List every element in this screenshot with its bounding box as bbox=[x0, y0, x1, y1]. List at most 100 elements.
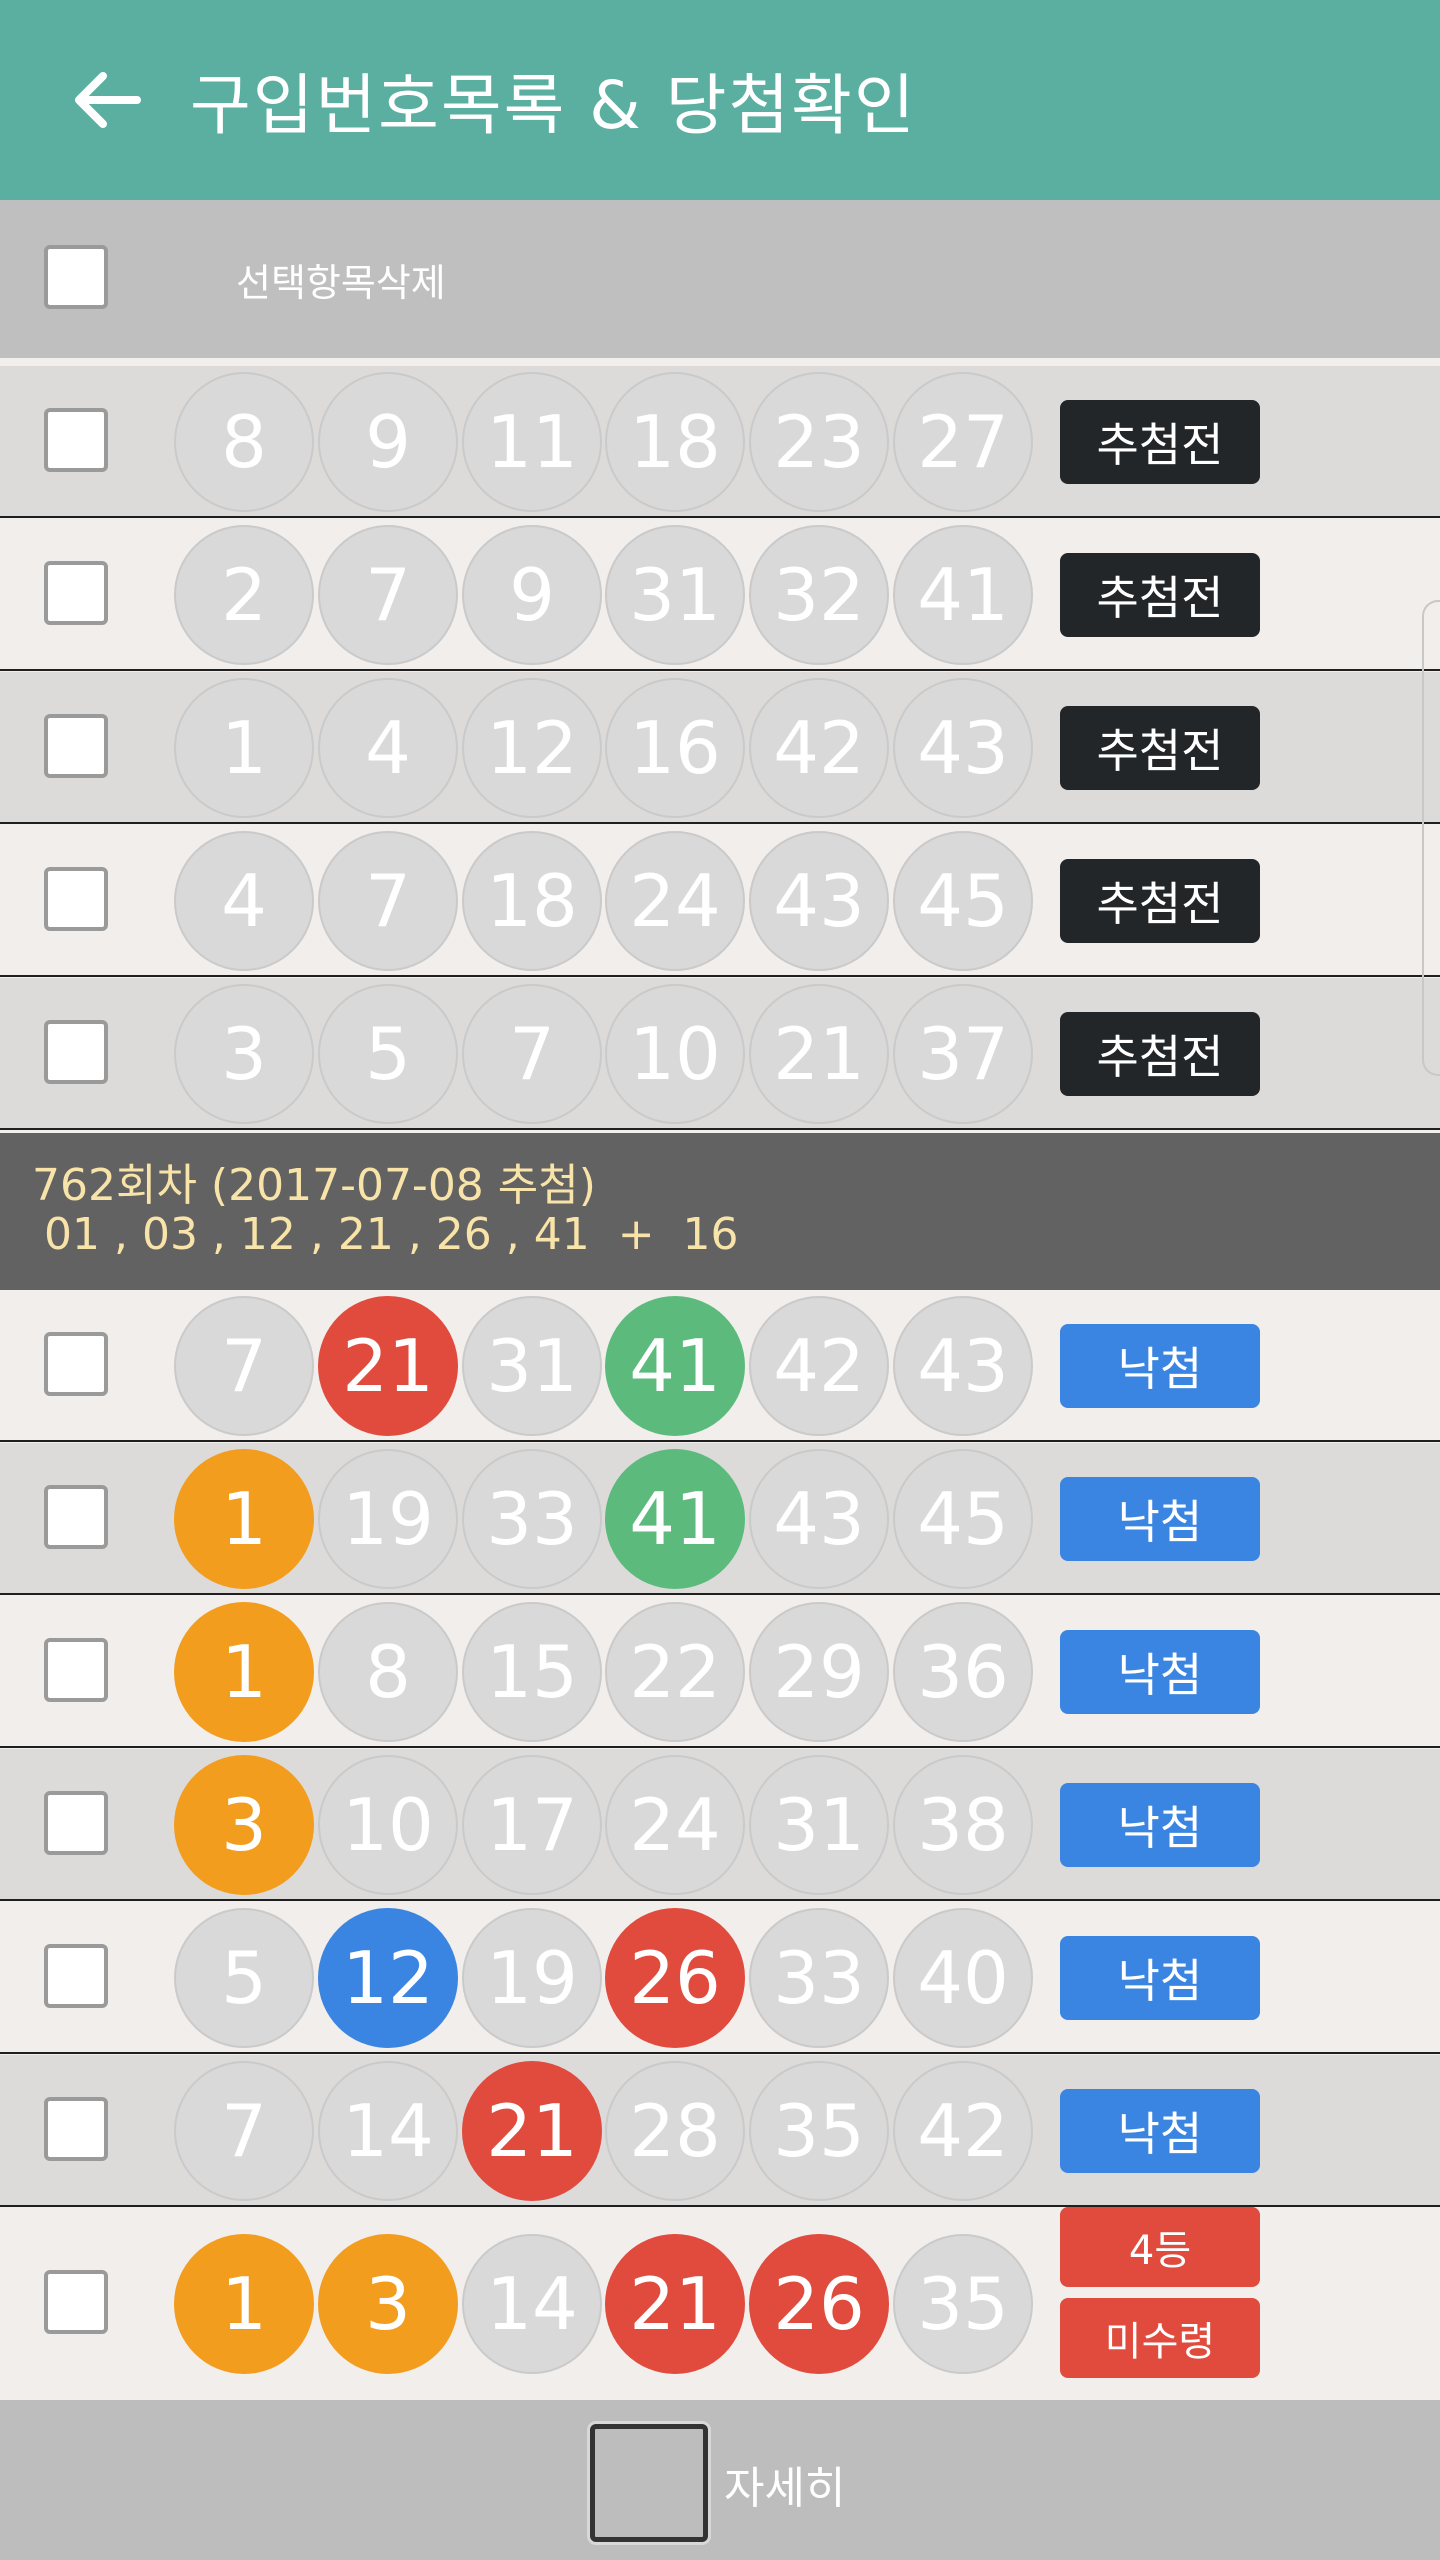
number-ball: 41 bbox=[605, 1296, 745, 1436]
number-ball: 5 bbox=[318, 984, 458, 1124]
ticket-row[interactable]: 7 14 21 28 35 42 낙첨 bbox=[0, 2055, 1440, 2207]
row-checkbox[interactable] bbox=[44, 1485, 108, 1549]
number-ball: 40 bbox=[893, 1908, 1033, 2048]
bottom-bar: 자세히 bbox=[0, 2400, 1440, 2560]
number-ball: 18 bbox=[462, 831, 602, 971]
number-ball: 17 bbox=[462, 1755, 602, 1895]
row-checkbox[interactable] bbox=[44, 1020, 108, 1084]
number-ball: 16 bbox=[605, 678, 745, 818]
number-ball: 24 bbox=[605, 1755, 745, 1895]
pending-badge[interactable]: 추첨전 bbox=[1060, 859, 1260, 943]
number-ball: 7 bbox=[318, 525, 458, 665]
number-ball: 28 bbox=[605, 2061, 745, 2201]
number-ball: 31 bbox=[749, 1755, 889, 1895]
number-ball: 4 bbox=[174, 831, 314, 971]
row-checkbox[interactable] bbox=[44, 1944, 108, 2008]
number-ball: 31 bbox=[462, 1296, 602, 1436]
row-checkbox[interactable] bbox=[44, 408, 108, 472]
number-ball: 43 bbox=[893, 678, 1033, 818]
back-button[interactable] bbox=[32, 0, 182, 200]
number-ball: 7 bbox=[174, 2061, 314, 2201]
ticket-row[interactable]: 1 4 12 16 42 43 추첨전 bbox=[0, 672, 1440, 824]
unclaimed-badge[interactable]: 미수령 bbox=[1060, 2298, 1260, 2378]
number-ball: 41 bbox=[893, 525, 1033, 665]
ticket-row[interactable]: 1 8 15 22 29 36 낙첨 bbox=[0, 1596, 1440, 1748]
ticket-row[interactable]: 2 7 9 31 32 41 추첨전 bbox=[0, 519, 1440, 671]
row-checkbox[interactable] bbox=[44, 1791, 108, 1855]
result-badge[interactable]: 낙첨 bbox=[1060, 1783, 1260, 1867]
number-ball: 35 bbox=[893, 2234, 1033, 2374]
ticket-row[interactable]: 1 3 14 21 26 35 4등 미수령 bbox=[0, 2207, 1440, 2398]
number-ball: 11 bbox=[462, 372, 602, 512]
number-ball: 21 bbox=[749, 984, 889, 1124]
result-badge[interactable]: 낙첨 bbox=[1060, 1324, 1260, 1408]
number-ball: 1 bbox=[174, 1602, 314, 1742]
pending-badge[interactable]: 추첨전 bbox=[1060, 553, 1260, 637]
number-ball: 4 bbox=[318, 678, 458, 818]
draw-title: 762회차 (2017-07-08 추첨) bbox=[32, 1160, 596, 1211]
ticket-row[interactable]: 8 9 11 18 23 27 추첨전 bbox=[0, 366, 1440, 518]
result-badge[interactable]: 낙첨 bbox=[1060, 2089, 1260, 2173]
pending-badge[interactable]: 추첨전 bbox=[1060, 706, 1260, 790]
row-checkbox[interactable] bbox=[44, 867, 108, 931]
number-ball: 1 bbox=[174, 1449, 314, 1589]
ticket-row[interactable]: 1 19 33 41 43 45 낙첨 bbox=[0, 1443, 1440, 1595]
number-ball: 14 bbox=[318, 2061, 458, 2201]
number-ball: 18 bbox=[605, 372, 745, 512]
number-ball: 41 bbox=[605, 1449, 745, 1589]
result-badge[interactable]: 낙첨 bbox=[1060, 1630, 1260, 1714]
number-ball: 15 bbox=[462, 1602, 602, 1742]
number-ball: 45 bbox=[893, 831, 1033, 971]
scrollbar[interactable] bbox=[1422, 600, 1440, 1076]
number-ball: 1 bbox=[174, 678, 314, 818]
number-ball: 23 bbox=[749, 372, 889, 512]
number-ball: 5 bbox=[174, 1908, 314, 2048]
number-ball: 33 bbox=[749, 1908, 889, 2048]
pending-badge[interactable]: 추첨전 bbox=[1060, 400, 1260, 484]
select-all-checkbox[interactable] bbox=[44, 245, 108, 309]
app-bar: 구입번호목록 & 당첨확인 bbox=[0, 0, 1440, 200]
number-ball: 22 bbox=[605, 1602, 745, 1742]
number-ball: 7 bbox=[318, 831, 458, 971]
number-ball: 38 bbox=[893, 1755, 1033, 1895]
number-ball: 14 bbox=[462, 2234, 602, 2374]
row-checkbox[interactable] bbox=[44, 561, 108, 625]
number-ball: 10 bbox=[605, 984, 745, 1124]
detail-checkbox[interactable] bbox=[590, 2424, 708, 2542]
delete-selected-bar: 선택항목삭제 bbox=[0, 200, 1440, 358]
draw-result-header: 762회차 (2017-07-08 추첨) 01 , 03 , 12 , 21 … bbox=[0, 1133, 1440, 1290]
detail-label: 자세히 bbox=[724, 2463, 846, 2514]
result-badge[interactable]: 낙첨 bbox=[1060, 1936, 1260, 2020]
row-checkbox[interactable] bbox=[44, 714, 108, 778]
winning-numbers: 01 , 03 , 12 , 21 , 26 , 41 + 16 bbox=[44, 1209, 739, 1260]
number-ball: 43 bbox=[893, 1296, 1033, 1436]
pending-badge[interactable]: 추첨전 bbox=[1060, 1012, 1260, 1096]
number-ball: 8 bbox=[174, 372, 314, 512]
page-title: 구입번호목록 & 당첨확인 bbox=[190, 67, 917, 144]
number-ball: 1 bbox=[174, 2234, 314, 2374]
row-checkbox[interactable] bbox=[44, 1332, 108, 1396]
number-ball: 19 bbox=[318, 1449, 458, 1589]
number-ball: 21 bbox=[318, 1296, 458, 1436]
number-ball: 12 bbox=[462, 678, 602, 818]
number-ball: 19 bbox=[462, 1908, 602, 2048]
ticket-row[interactable]: 7 21 31 41 42 43 낙첨 bbox=[0, 1290, 1440, 1442]
number-ball: 21 bbox=[462, 2061, 602, 2201]
ticket-row[interactable]: 5 12 19 26 33 40 낙첨 bbox=[0, 1902, 1440, 2054]
number-ball: 36 bbox=[893, 1602, 1033, 1742]
prize-rank-badge[interactable]: 4등 bbox=[1060, 2207, 1260, 2287]
result-badge[interactable]: 낙첨 bbox=[1060, 1477, 1260, 1561]
number-ball: 10 bbox=[318, 1755, 458, 1895]
ticket-row[interactable]: 4 7 18 24 43 45 추첨전 bbox=[0, 825, 1440, 977]
number-ball: 7 bbox=[462, 984, 602, 1124]
number-ball: 9 bbox=[462, 525, 602, 665]
delete-selected-button[interactable]: 선택항목삭제 bbox=[236, 252, 446, 307]
row-checkbox[interactable] bbox=[44, 2270, 108, 2334]
number-ball: 21 bbox=[605, 2234, 745, 2374]
number-ball: 43 bbox=[749, 1449, 889, 1589]
ticket-row[interactable]: 3 5 7 10 21 37 추첨전 bbox=[0, 978, 1440, 1130]
number-ball: 8 bbox=[318, 1602, 458, 1742]
row-checkbox[interactable] bbox=[44, 1638, 108, 1702]
ticket-row[interactable]: 3 10 17 24 31 38 낙첨 bbox=[0, 1749, 1440, 1901]
row-checkbox[interactable] bbox=[44, 2097, 108, 2161]
